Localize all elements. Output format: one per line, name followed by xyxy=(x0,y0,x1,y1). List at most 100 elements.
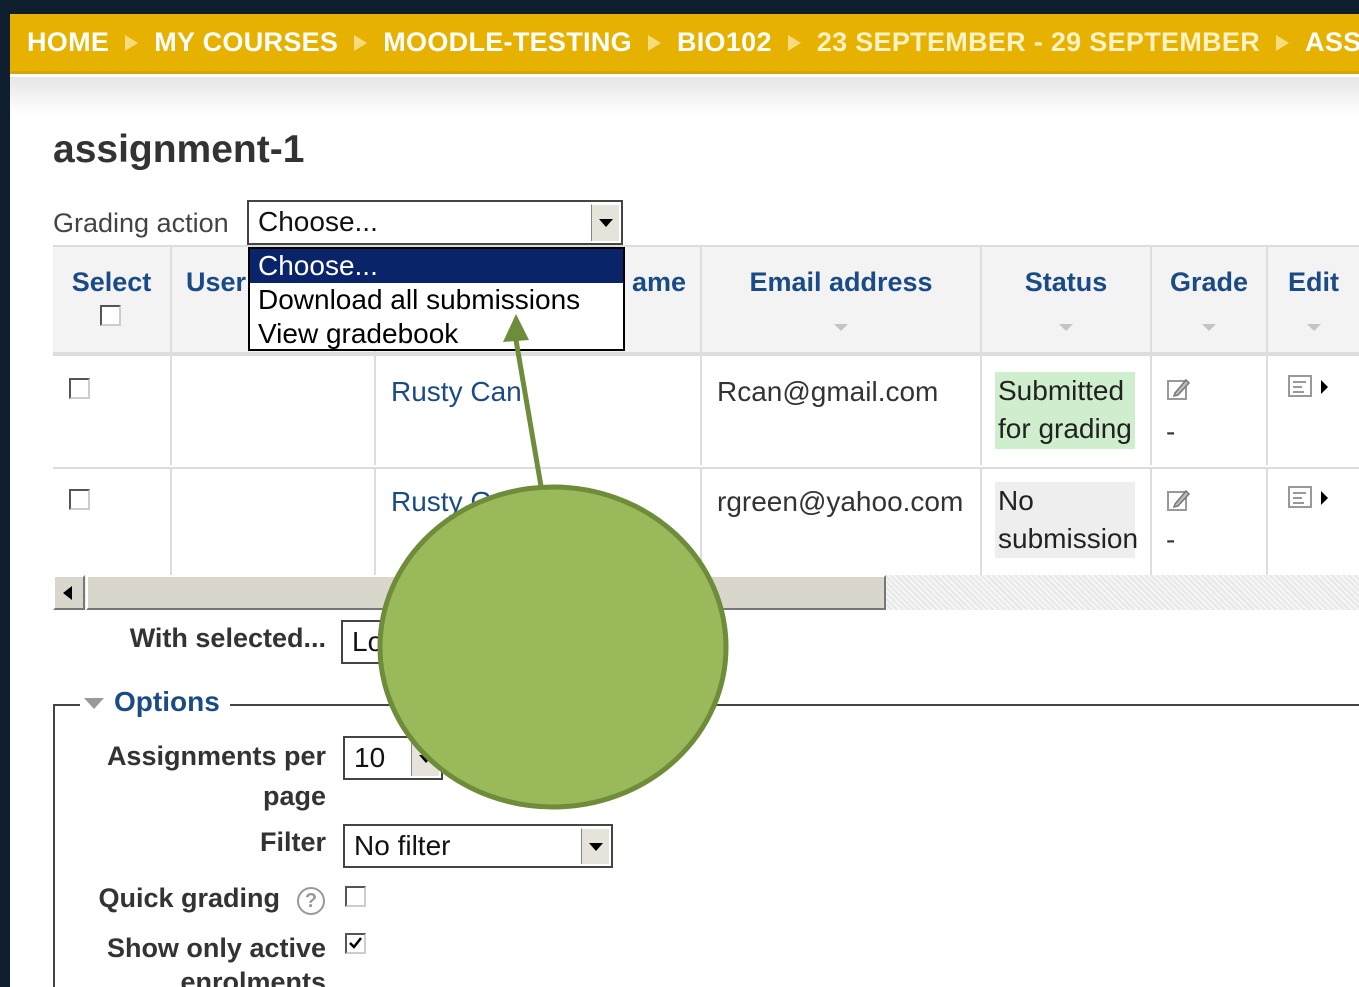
status-text-line2: submission xyxy=(998,523,1139,554)
options-legend-label: Options xyxy=(114,686,220,717)
row-status-cell: Submitted for grading xyxy=(982,356,1152,465)
status-badge: Submitted for grading xyxy=(995,372,1135,449)
grade-value: - xyxy=(1166,524,1176,555)
filter-label: Filter xyxy=(259,827,326,857)
status-text-line1: No xyxy=(998,485,1034,516)
row-checkbox[interactable] xyxy=(69,378,90,399)
student-email: rgreen@yahoo.com xyxy=(717,486,964,517)
horizontal-scrollbar[interactable] xyxy=(53,575,1359,610)
breadcrumb-course-category[interactable]: MOODLE-TESTING xyxy=(383,27,632,58)
column-header-select: Select xyxy=(53,247,172,356)
filter-value: No filter xyxy=(354,830,451,861)
dropdown-option-choose[interactable]: Choose... xyxy=(250,249,623,283)
sort-arrow-icon[interactable] xyxy=(1059,324,1073,331)
sort-arrow-icon[interactable] xyxy=(1202,324,1216,331)
column-header-status[interactable]: Status xyxy=(982,247,1152,356)
column-header-label: Email address xyxy=(749,267,933,297)
with-selected-value: Lo xyxy=(352,626,384,657)
grading-action-value: Choose... xyxy=(258,206,378,237)
edit-menu-icon[interactable] xyxy=(1288,485,1330,511)
breadcrumb-my-courses[interactable]: MY COURSES xyxy=(154,27,338,58)
grading-action-label: Grading action xyxy=(53,208,229,238)
row-user-cell xyxy=(172,356,376,465)
breadcrumb-separator-icon xyxy=(125,34,139,51)
checkmark-icon xyxy=(349,937,362,949)
column-header-label: Edit xyxy=(1288,267,1339,297)
select-all-checkbox[interactable] xyxy=(100,305,121,326)
grade-pencil-icon[interactable] xyxy=(1166,487,1192,513)
row-email-cell: Rcan@gmail.com xyxy=(702,356,982,465)
help-icon[interactable]: ? xyxy=(297,887,325,915)
with-selected-select[interactable]: Lo xyxy=(341,620,461,664)
row-status-cell: No submission xyxy=(982,467,1152,575)
show-active-label: Show only active enrolments xyxy=(70,931,326,987)
column-header-label: ame xyxy=(631,267,686,297)
column-header-label: Select xyxy=(71,267,152,297)
row-name-cell: Rusty Can xyxy=(376,356,702,465)
assignments-per-page-label-line2: page xyxy=(262,781,326,811)
quick-grading-checkbox[interactable] xyxy=(345,886,366,907)
sort-arrow-icon[interactable] xyxy=(834,324,848,331)
browser-frame: HOME MY COURSES MOODLE-TESTING BIO102 23… xyxy=(10,14,1359,987)
assignments-per-page-select[interactable]: 10 xyxy=(343,736,443,780)
breadcrumb: HOME MY COURSES MOODLE-TESTING BIO102 23… xyxy=(10,14,1359,74)
student-name-link[interactable]: Rusty Can xyxy=(391,373,522,411)
table-row: Rusty Can Rcan@gmail.com Submitted for g… xyxy=(53,356,1359,469)
breadcrumb-separator-icon xyxy=(354,34,368,51)
row-grade-cell: - xyxy=(1152,467,1268,575)
show-active-label-line1: Show only active xyxy=(106,933,326,963)
row-user-cell xyxy=(172,467,376,575)
page-title: assignment-1 xyxy=(53,128,305,171)
status-badge: No submission xyxy=(995,482,1139,558)
show-active-label-line2: enrolments xyxy=(180,967,326,987)
breadcrumb-separator-icon xyxy=(1276,34,1290,51)
breadcrumb-separator-icon xyxy=(647,34,661,51)
row-grade-cell: - xyxy=(1152,356,1268,465)
scrollbar-thumb[interactable] xyxy=(86,575,886,610)
dropdown-option-view-gradebook[interactable]: View gradebook xyxy=(250,317,623,351)
row-edit-cell xyxy=(1268,356,1359,465)
column-header-email[interactable]: Email address xyxy=(702,247,982,356)
column-header-label: Status xyxy=(1024,267,1108,297)
sort-arrow-icon[interactable] xyxy=(1306,324,1321,331)
header-shadow xyxy=(10,77,1359,115)
breadcrumb-home[interactable]: HOME xyxy=(27,27,109,58)
grading-action-dropdown-list: Choose... Download all submissions View … xyxy=(248,247,625,351)
edit-menu-icon[interactable] xyxy=(1288,374,1330,400)
dropdown-arrow-icon[interactable] xyxy=(411,740,439,776)
assignments-per-page-value: 10 xyxy=(354,742,386,773)
row-edit-cell xyxy=(1268,467,1359,575)
row-name-cell: Rusty G xyxy=(376,467,702,575)
breadcrumb-course[interactable]: BIO102 xyxy=(677,27,772,58)
column-header-label: Grade xyxy=(1169,267,1249,297)
breadcrumb-assignment[interactable]: ASSIGNMEN xyxy=(1305,27,1359,58)
column-header-edit[interactable]: Edit xyxy=(1268,247,1359,356)
student-name-link[interactable]: Rusty G xyxy=(391,483,492,521)
quick-grading-label: Quick grading xyxy=(98,883,280,913)
column-header-grade[interactable]: Grade xyxy=(1152,247,1268,356)
dropdown-option-download-all[interactable]: Download all submissions xyxy=(250,283,623,317)
breadcrumb-week[interactable]: 23 SEPTEMBER - 29 SEPTEMBER xyxy=(817,27,1260,58)
collapse-triangle-icon xyxy=(84,698,104,710)
status-text-line2: for grading xyxy=(998,413,1132,444)
show-active-checkbox[interactable] xyxy=(345,933,366,954)
with-selected-label: With selected... xyxy=(129,623,326,653)
grade-pencil-icon[interactable] xyxy=(1166,376,1192,402)
assignments-per-page-label-line1: Assignments per xyxy=(106,741,326,771)
student-email: Rcan@gmail.com xyxy=(717,376,939,407)
row-email-cell: rgreen@yahoo.com xyxy=(702,467,982,575)
scroll-left-icon[interactable] xyxy=(53,575,85,610)
status-text-line1: Submitted xyxy=(998,375,1125,406)
row-checkbox[interactable] xyxy=(69,489,90,510)
breadcrumb-separator-icon xyxy=(787,34,801,51)
assignments-per-page-label: Assignments per page xyxy=(70,736,326,816)
dropdown-arrow-icon[interactable] xyxy=(581,828,609,864)
row-select-cell xyxy=(53,356,172,465)
grade-value: - xyxy=(1166,416,1176,447)
filter-select[interactable]: No filter xyxy=(343,824,613,868)
row-select-cell xyxy=(53,467,172,575)
options-toggle[interactable]: Options xyxy=(80,686,230,718)
table-row: Rusty G rgreen@yahoo.com No submission - xyxy=(53,467,1359,579)
dropdown-arrow-icon[interactable] xyxy=(591,204,619,241)
grading-action-select[interactable]: Choose... xyxy=(247,200,623,245)
